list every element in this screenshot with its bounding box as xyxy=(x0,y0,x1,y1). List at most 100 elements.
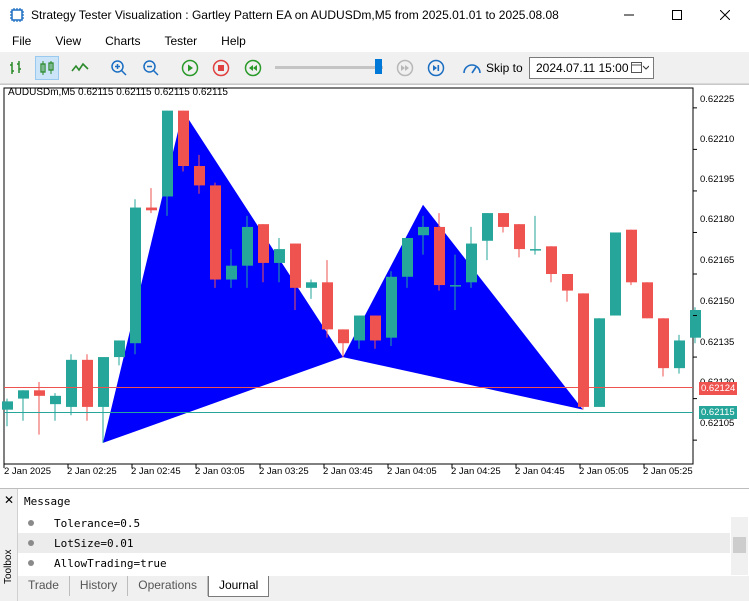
menu-bar: File View Charts Tester Help xyxy=(0,30,749,52)
speed-up-button[interactable] xyxy=(393,56,417,80)
zoom-in-button[interactable] xyxy=(107,56,131,80)
bar-chart-button[interactable] xyxy=(5,56,29,80)
time-label: 2 Jan 05:05 xyxy=(579,466,629,477)
candlestick-icon xyxy=(40,61,54,75)
bear-candle xyxy=(626,229,637,286)
price-label: 0.62180 xyxy=(700,214,735,225)
info-dot-icon xyxy=(28,520,34,526)
price-label: 0.62210 xyxy=(700,134,735,145)
journal-row[interactable]: Tolerance=0.5 xyxy=(18,513,730,533)
plot-border xyxy=(3,87,694,465)
time-label: 2 Jan 02:45 xyxy=(131,466,181,477)
line-chart-button[interactable] xyxy=(68,56,92,80)
candle-body xyxy=(498,213,509,227)
price-label: 0.62105 xyxy=(700,418,735,429)
slow-down-button[interactable] xyxy=(241,56,265,80)
price-label: 0.62135 xyxy=(700,337,735,348)
tab-journal[interactable]: Journal xyxy=(207,576,270,597)
candle-body xyxy=(66,359,77,407)
message-column-header[interactable]: Message xyxy=(24,495,70,508)
menu-charts[interactable]: Charts xyxy=(93,34,152,48)
speed-slider-track[interactable] xyxy=(275,66,383,69)
tab-history[interactable]: History xyxy=(70,576,129,596)
candle-body xyxy=(434,226,445,286)
candle-body xyxy=(50,395,61,405)
price-label: 0.62165 xyxy=(700,255,735,266)
candle-body xyxy=(402,238,413,277)
zoom-out-icon xyxy=(143,60,159,76)
title-bar: Strategy Tester Visualization : Gartley … xyxy=(0,0,749,30)
menu-tester[interactable]: Tester xyxy=(152,34,209,48)
speed-slider-thumb[interactable] xyxy=(375,59,382,74)
candle-body xyxy=(242,226,253,266)
bull-candle xyxy=(530,215,541,255)
bear-candle xyxy=(210,182,221,288)
candle-body xyxy=(290,243,301,288)
candle-body xyxy=(562,274,573,291)
candle-body xyxy=(130,207,141,344)
price-chart[interactable]: AUDUSDm,M5 0.62115 0.62115 0.62115 0.621… xyxy=(0,84,749,488)
bull-candle xyxy=(130,199,141,355)
candle-body xyxy=(274,249,285,263)
bear-candle xyxy=(514,224,525,258)
close-button[interactable] xyxy=(701,0,749,30)
menu-help[interactable]: Help xyxy=(209,34,258,48)
toolbox-close-icon[interactable]: ✕ xyxy=(4,493,14,507)
candle-body xyxy=(594,318,605,407)
bear-candle xyxy=(146,188,157,214)
stop-button[interactable] xyxy=(209,56,233,80)
toolbox-sidebar: ✕ Toolbox xyxy=(0,489,18,601)
journal-scroll-thumb[interactable] xyxy=(733,537,746,553)
journal-row[interactable]: LotSize=0.01 xyxy=(18,533,730,553)
menu-view[interactable]: View xyxy=(43,34,93,48)
tab-trade[interactable]: Trade xyxy=(18,576,70,596)
candle-body xyxy=(306,282,317,288)
candles xyxy=(2,110,701,443)
candle-body xyxy=(226,265,237,280)
time-label: 2 Jan 03:05 xyxy=(195,466,245,477)
price-label: 0.62195 xyxy=(700,174,735,185)
gartley-pattern xyxy=(103,110,583,443)
bull-candle xyxy=(386,271,397,346)
info-dot-icon xyxy=(28,560,34,566)
bull-candle xyxy=(66,354,77,416)
time-label: 2 Jan 04:05 xyxy=(387,466,437,477)
menu-file[interactable]: File xyxy=(0,34,43,48)
candle-body xyxy=(674,340,685,369)
candle-body xyxy=(386,276,397,338)
play-icon xyxy=(181,59,199,77)
chart-canvas[interactable] xyxy=(0,85,749,489)
candle-body xyxy=(546,246,557,274)
skip-date-value: 2024.07.11 15:00 xyxy=(536,61,629,75)
pattern-triangle xyxy=(343,204,583,410)
journal-row[interactable]: AllowTrading=true xyxy=(18,553,730,573)
window-title: Strategy Tester Visualization : Gartley … xyxy=(31,8,559,22)
skip-to-button[interactable] xyxy=(460,56,484,80)
zoom-out-button[interactable] xyxy=(139,56,163,80)
tab-operations[interactable]: Operations xyxy=(128,576,208,596)
journal-message: Tolerance=0.5 xyxy=(54,516,141,530)
bull-candle xyxy=(482,213,493,261)
calendar-dropdown-icon[interactable] xyxy=(631,62,649,74)
candle-body xyxy=(338,329,349,344)
candle-body xyxy=(82,359,93,407)
fast-forward-icon xyxy=(396,59,414,77)
step-forward-button[interactable] xyxy=(424,56,448,80)
play-button[interactable] xyxy=(178,56,202,80)
candlestick-chart-button[interactable] xyxy=(35,56,59,80)
candle-body xyxy=(18,390,29,399)
candle-body xyxy=(418,226,429,236)
maximize-button[interactable] xyxy=(653,0,701,30)
candle-body xyxy=(466,243,477,283)
line-chart-icon xyxy=(71,62,89,72)
bull-candle xyxy=(674,334,685,374)
candle-body xyxy=(162,110,173,197)
journal-message: AllowTrading=true xyxy=(54,556,167,570)
green-level-tag: 0.62115 xyxy=(699,406,737,420)
candle-body xyxy=(258,224,269,263)
skip-date-field[interactable]: 2024.07.11 15:00 xyxy=(529,57,654,79)
candle-body xyxy=(178,110,189,167)
minimize-button[interactable] xyxy=(605,0,653,30)
bar-chart-icon xyxy=(10,61,21,74)
candle-body xyxy=(354,315,365,341)
